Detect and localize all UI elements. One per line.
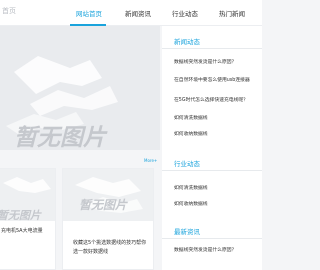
card-placeholder-text: 暂无图片 bbox=[79, 198, 128, 212]
sidebar-link[interactable]: 数据线突然发烫是什么原因？ bbox=[174, 246, 236, 253]
card-title[interactable]: 充电机5A大电流量 bbox=[1, 227, 43, 236]
card-placeholder-image: 暂无图片 bbox=[0, 169, 55, 221]
sidebar-link[interactable]: 在5G时代怎么选择快速充电线呢？ bbox=[174, 96, 248, 103]
no-image-icon: 暂无图片 bbox=[6, 56, 118, 150]
main-placeholder-text: 暂无图片 bbox=[14, 125, 108, 150]
site-logo-text[interactable]: 首页 bbox=[2, 6, 16, 16]
news-card[interactable]: 暂无图片 充电机5A大电流量 bbox=[0, 168, 56, 270]
card-title[interactable]: 收藏这5个挑选数据线的技巧帮你选一款好数据线 bbox=[73, 239, 149, 257]
sidebar-link[interactable]: 在自然环境中要怎么使用usb连接器 bbox=[174, 76, 250, 83]
section-title-news: 新闻动态 bbox=[174, 38, 200, 46]
nav-home[interactable]: 网站首页 bbox=[76, 8, 102, 18]
sidebar-link[interactable]: 如何清洗数据线 bbox=[174, 114, 208, 121]
main-placeholder-image[interactable]: 暂无图片 bbox=[0, 26, 160, 150]
divider bbox=[162, 48, 262, 49]
sidebar-link[interactable]: 如何收纳数据线 bbox=[174, 200, 208, 207]
nav-industry[interactable]: 行业动态 bbox=[172, 8, 198, 18]
nav-hot-news[interactable]: 热门新闻 bbox=[219, 8, 245, 18]
top-navbar: 首页 网站首页 新闻资讯 行业动态 热门新闻 bbox=[0, 0, 262, 26]
card-placeholder-text: 暂无图片 bbox=[0, 209, 42, 221]
sidebar-link[interactable]: 如何清洗数据线 bbox=[174, 184, 208, 191]
section-title-industry: 行业动态 bbox=[174, 160, 200, 168]
card-placeholder-image: 暂无图片 bbox=[63, 169, 153, 221]
news-card[interactable]: 暂无图片 收藏这5个挑选数据线的技巧帮你选一款好数据线 bbox=[62, 168, 154, 270]
divider bbox=[162, 238, 262, 239]
nav-news[interactable]: 新闻资讯 bbox=[125, 8, 151, 18]
section-title-latest: 最新资讯 bbox=[174, 228, 200, 236]
sidebar-link[interactable]: 如何收纳数据线 bbox=[174, 130, 208, 137]
sidebar-link[interactable]: 数据线突然发烫是什么原因？ bbox=[174, 58, 236, 65]
no-image-icon: 暂无图片 bbox=[0, 177, 51, 221]
no-image-icon: 暂无图片 bbox=[75, 177, 143, 213]
divider bbox=[162, 170, 262, 171]
more-link[interactable]: More+ bbox=[144, 158, 157, 163]
sidebar: 新闻动态 数据线突然发烫是什么原因？ 在自然环境中要怎么使用usb连接器 在5G… bbox=[162, 26, 262, 270]
